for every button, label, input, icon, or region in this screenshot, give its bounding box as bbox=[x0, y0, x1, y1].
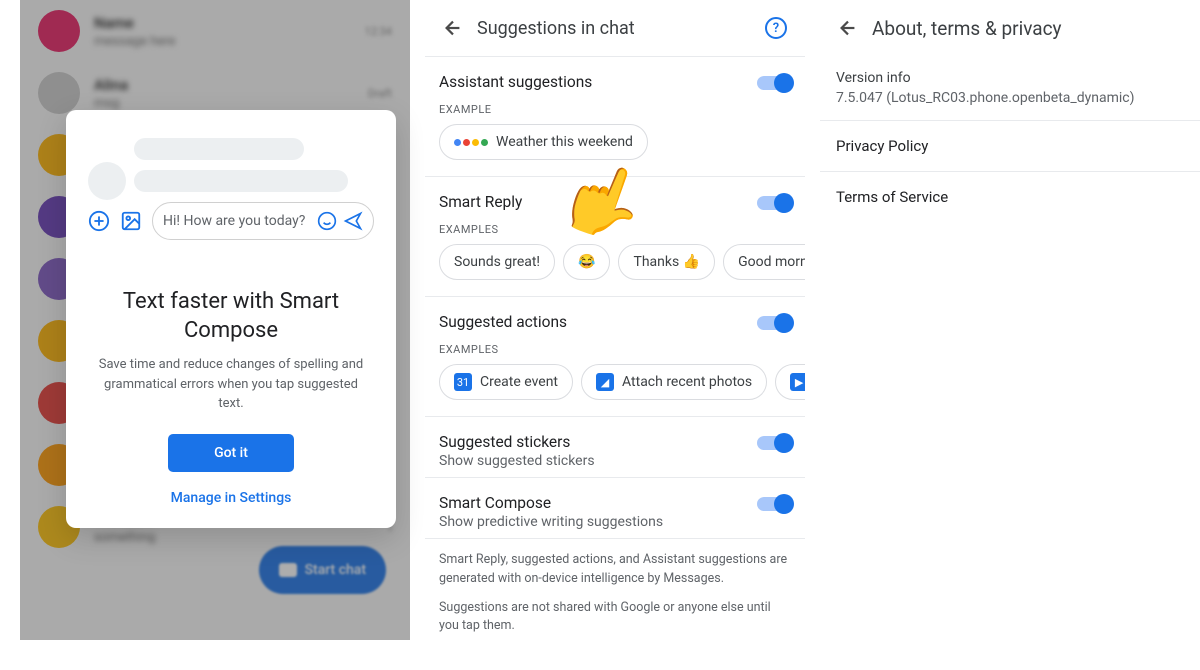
smart-reply-chip-row: Sounds great! 😂 Thanks 👍 Good morning bbox=[425, 244, 805, 296]
smart-compose-promo-card: Hi! How are you today? Text faster with … bbox=[66, 110, 396, 528]
examples-label: EXAMPLES bbox=[425, 339, 805, 364]
screen-title: Suggestions in chat bbox=[477, 18, 765, 39]
privacy-policy-link[interactable]: Privacy Policy bbox=[820, 120, 1200, 171]
skeleton-avatar bbox=[88, 162, 126, 200]
toggle-compose[interactable] bbox=[757, 497, 791, 511]
app-bar: Suggestions in chat ? bbox=[425, 0, 805, 56]
setting-title: Smart Reply bbox=[439, 193, 757, 211]
toggle-stickers[interactable] bbox=[757, 436, 791, 450]
setting-title: Suggested stickers bbox=[439, 433, 757, 451]
examples-label: EXAMPLE bbox=[425, 99, 805, 124]
version-label: Version info bbox=[836, 70, 1184, 86]
footnote: Suggestions are not shared with Google o… bbox=[425, 589, 805, 637]
about-terms-screen: About, terms & privacy Version info 7.5.… bbox=[820, 0, 1200, 640]
calendar-icon: 31 bbox=[454, 373, 472, 391]
setting-smart-compose[interactable]: Smart Compose Show predictive writing su… bbox=[425, 477, 805, 538]
version-info: Version info 7.5.047 (Lotus_RC03.phone.o… bbox=[820, 56, 1200, 120]
setting-sub: Show suggested stickers bbox=[439, 453, 757, 469]
back-button[interactable] bbox=[433, 8, 473, 48]
send-icon[interactable] bbox=[343, 211, 363, 231]
reply-chip[interactable]: 😂 bbox=[563, 244, 610, 280]
setting-assistant-suggestions[interactable]: Assistant suggestions bbox=[425, 56, 805, 99]
setting-title: Assistant suggestions bbox=[439, 73, 757, 91]
action-chip-start[interactable]: ▶ Sta bbox=[775, 364, 805, 400]
chip-label: Attach recent photos bbox=[622, 374, 752, 390]
toggle-smart-reply[interactable] bbox=[757, 196, 791, 210]
toggle-assistant[interactable] bbox=[757, 76, 791, 90]
promo-body: Save time and reduce changes of spelling… bbox=[88, 355, 374, 414]
setting-suggested-actions[interactable]: Suggested actions bbox=[425, 296, 805, 339]
chip-label: Sounds great! bbox=[454, 254, 540, 270]
examples-label: EXAMPLES bbox=[425, 219, 805, 244]
chip-label: Thanks 👍 bbox=[633, 254, 700, 270]
footnote: Smart Reply, suggested actions, and Assi… bbox=[425, 538, 805, 589]
suggestions-settings-screen: Suggestions in chat ? Assistant suggesti… bbox=[425, 0, 805, 640]
action-chip-create-event[interactable]: 31 Create event bbox=[439, 364, 573, 400]
setting-title: Suggested actions bbox=[439, 313, 757, 331]
plus-icon[interactable] bbox=[88, 210, 110, 232]
app-bar: About, terms & privacy bbox=[820, 0, 1200, 56]
video-icon: ▶ bbox=[790, 373, 805, 391]
screen-title: About, terms & privacy bbox=[872, 17, 1192, 40]
reply-chip[interactable]: Sounds great! bbox=[439, 244, 555, 280]
action-chip-attach-photos[interactable]: ◢ Attach recent photos bbox=[581, 364, 767, 400]
gallery-icon[interactable] bbox=[120, 210, 142, 232]
reply-chip[interactable]: Good morning bbox=[723, 244, 805, 280]
setting-suggested-stickers[interactable]: Suggested stickers Show suggested sticke… bbox=[425, 416, 805, 477]
emoji-icon[interactable] bbox=[317, 211, 337, 231]
setting-sub: Show predictive writing suggestions bbox=[439, 514, 757, 530]
action-chip-row: 31 Create event ◢ Attach recent photos ▶… bbox=[425, 364, 805, 416]
promo-input-bar: Hi! How are you today? bbox=[88, 202, 374, 240]
photo-icon: ◢ bbox=[596, 373, 614, 391]
chip-label: Create event bbox=[480, 374, 558, 390]
reply-chip[interactable]: Thanks 👍 bbox=[618, 244, 715, 280]
assistant-chip[interactable]: Weather this weekend bbox=[439, 124, 648, 160]
assistant-chip-row: Weather this weekend bbox=[425, 124, 805, 176]
messages-promo-screen: Namemessage here12:34 AlinamsgDraft Name… bbox=[20, 0, 410, 640]
manage-in-settings-link[interactable]: Manage in Settings bbox=[88, 490, 374, 506]
chip-label: Weather this weekend bbox=[496, 134, 633, 150]
assistant-icon bbox=[454, 139, 488, 146]
skeleton-bubble bbox=[134, 138, 304, 160]
chip-label: Good morning bbox=[738, 254, 805, 270]
chip-label: 😂 bbox=[578, 254, 595, 270]
toggle-suggested-actions[interactable] bbox=[757, 316, 791, 330]
promo-title: Text faster with Smart Compose bbox=[88, 288, 374, 345]
help-icon[interactable]: ? bbox=[765, 17, 787, 39]
compose-input-text: Hi! How are you today? bbox=[163, 213, 311, 229]
version-value: 7.5.047 (Lotus_RC03.phone.openbeta_dynam… bbox=[836, 90, 1184, 106]
terms-of-service-link[interactable]: Terms of Service bbox=[820, 171, 1200, 222]
skeleton-bubble bbox=[134, 170, 348, 192]
setting-smart-reply[interactable]: Smart Reply bbox=[425, 176, 805, 219]
setting-title: Smart Compose bbox=[439, 494, 757, 512]
back-button[interactable] bbox=[828, 8, 868, 48]
got-it-button[interactable]: Got it bbox=[168, 434, 294, 472]
compose-input[interactable]: Hi! How are you today? bbox=[152, 202, 374, 240]
